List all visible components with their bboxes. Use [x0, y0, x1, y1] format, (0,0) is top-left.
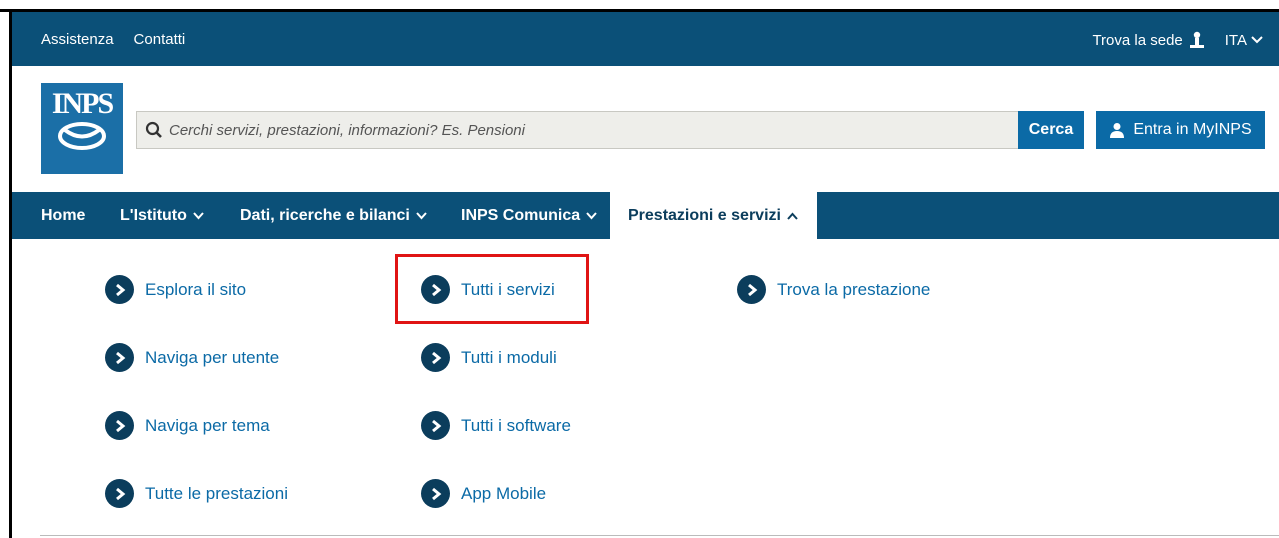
menu-link-label: Naviga per tema: [145, 415, 270, 435]
menu-link-label: Tutti i moduli: [461, 347, 557, 367]
language-label: ITA: [1224, 31, 1247, 49]
myinps-login-button[interactable]: Entra in MyINPS: [1096, 111, 1265, 149]
chevron-up-icon: [787, 212, 798, 220]
chevron-right-circle-icon: [105, 479, 134, 508]
nav-prestazioni-label: Prestazioni e servizi: [628, 206, 781, 224]
logo-swirl-icon: [58, 122, 106, 150]
search-input[interactable]: [167, 120, 1018, 140]
trova-sede-label: Trova la sede: [1092, 31, 1183, 49]
contatti-link[interactable]: Contatti: [134, 31, 186, 48]
chevron-right-circle-icon: [105, 275, 134, 304]
chevron-right-circle-icon: [421, 343, 450, 372]
chevron-right-circle-icon: [421, 479, 450, 508]
search-icon: [145, 121, 162, 138]
chevron-right-circle-icon: [737, 275, 766, 304]
chevron-down-icon: [1251, 36, 1263, 44]
map-pin-person-icon: [1189, 31, 1204, 48]
myinps-label: Entra in MyINPS: [1133, 121, 1252, 138]
menu-link-esplora[interactable]: Esplora il sito: [105, 275, 246, 304]
menu-link-naviga-utente[interactable]: Naviga per utente: [105, 343, 279, 372]
language-selector[interactable]: ITA: [1225, 32, 1263, 49]
menu-link-label: Tutte le prestazioni: [145, 483, 288, 503]
utility-bar: Assistenza Contatti Trova la sede ITA: [12, 12, 1279, 66]
assistenza-link[interactable]: Assistenza: [41, 31, 114, 48]
nav-comunica-label: INPS Comunica: [461, 206, 581, 224]
chevron-down-icon: [416, 211, 427, 219]
chevron-down-icon: [586, 211, 597, 219]
nav-dati[interactable]: Dati, ricerche e bilanci: [240, 192, 427, 239]
chevron-right-circle-icon: [421, 411, 450, 440]
nav-dati-label: Dati, ricerche e bilanci: [240, 206, 410, 224]
chevron-right-circle-icon: [105, 343, 134, 372]
inps-logo[interactable]: INPS: [41, 83, 123, 174]
menu-link-tutti-software[interactable]: Tutti i software: [421, 411, 571, 440]
nav-comunica[interactable]: INPS Comunica: [461, 192, 597, 239]
highlight-box: [395, 254, 589, 324]
site-header: INPS Cerca Entra in MyINPS: [12, 66, 1279, 192]
nav-prestazioni[interactable]: Prestazioni e servizi: [610, 192, 817, 239]
chevron-down-icon: [193, 211, 204, 219]
menu-link-label: Tutti i software: [461, 415, 571, 435]
nav-home-label: Home: [41, 206, 86, 224]
search-button[interactable]: Cerca: [1018, 111, 1084, 149]
menu-link-label: Naviga per utente: [145, 347, 280, 367]
menu-link-naviga-tema[interactable]: Naviga per tema: [105, 411, 270, 440]
menu-link-tutte-prestazioni[interactable]: Tutte le prestazioni: [105, 479, 288, 508]
menu-link-label: Esplora il sito: [145, 279, 247, 299]
nav-istituto[interactable]: L'Istituto: [120, 192, 204, 239]
menu-divider: [40, 535, 1279, 536]
search-bar: [136, 111, 1019, 149]
menu-link-app-mobile[interactable]: App Mobile: [421, 479, 546, 508]
user-icon: [1110, 123, 1125, 138]
chevron-right-circle-icon: [105, 411, 134, 440]
menu-link-label: Trova la prestazione: [777, 279, 931, 299]
logo-text: INPS: [51, 87, 114, 120]
menu-link-trova-prestazione[interactable]: Trova la prestazione: [737, 275, 930, 304]
main-nav: Home L'Istituto Dati, ricerche e bilanci…: [12, 192, 1279, 239]
nav-home[interactable]: Home: [41, 192, 85, 239]
nav-istituto-label: L'Istituto: [120, 206, 187, 224]
trova-sede-link[interactable]: Trova la sede: [1092, 31, 1204, 49]
menu-link-label: App Mobile: [461, 483, 547, 503]
menu-link-tutti-moduli[interactable]: Tutti i moduli: [421, 343, 557, 372]
